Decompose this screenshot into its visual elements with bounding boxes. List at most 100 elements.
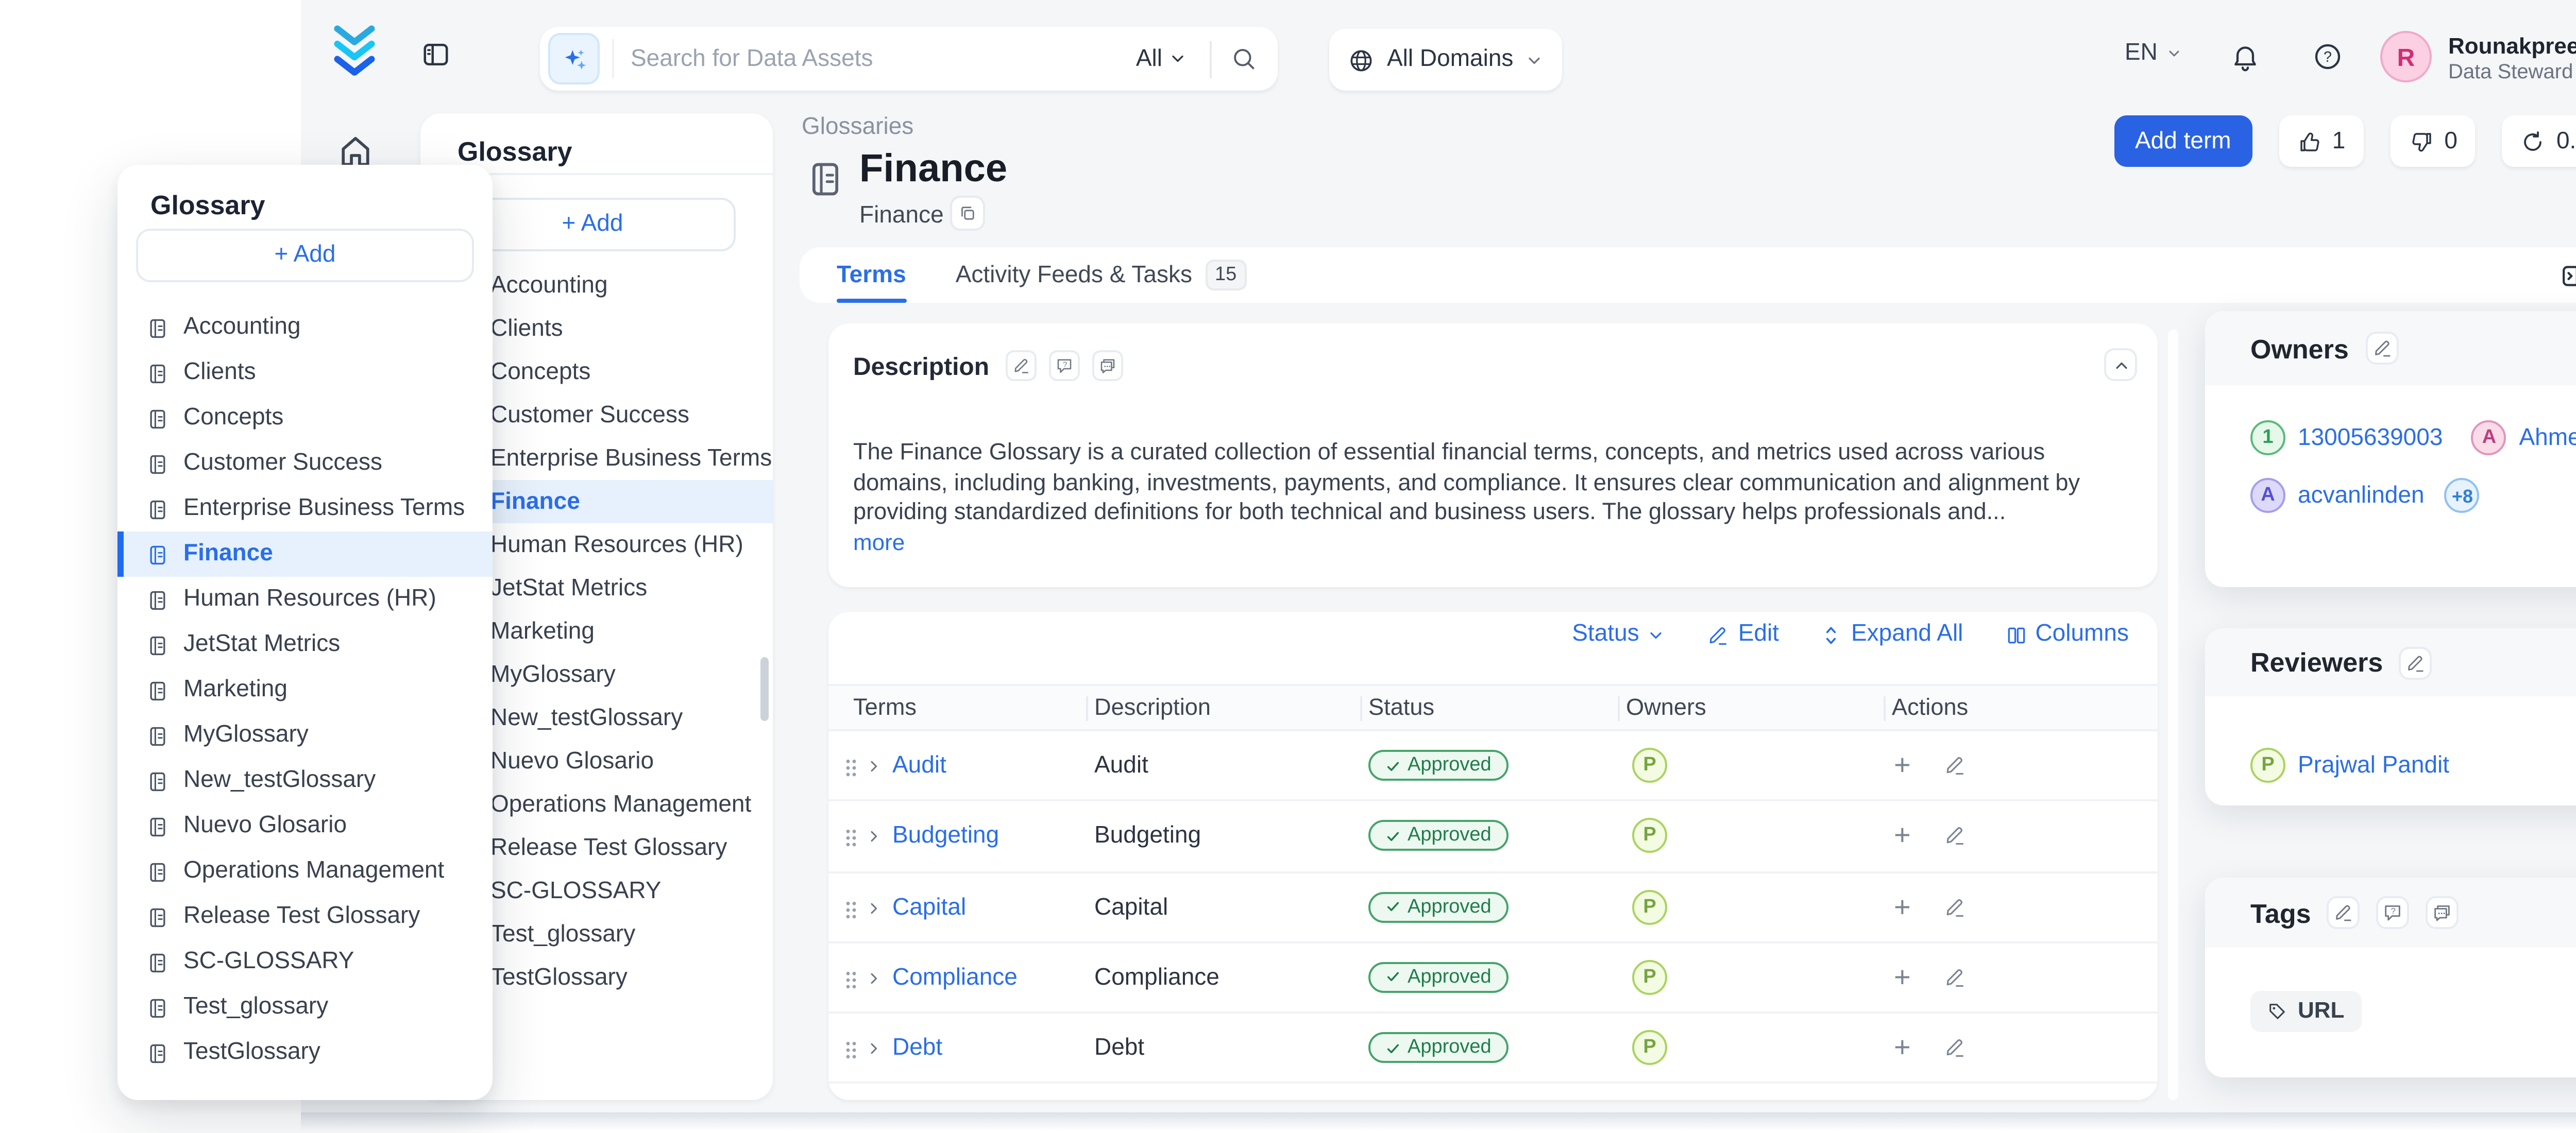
- edit-tags-button[interactable]: [2328, 896, 2361, 929]
- owner-avatar[interactable]: P: [1632, 1031, 1667, 1066]
- copy-name-button[interactable]: [950, 196, 985, 231]
- search-icon[interactable]: [1230, 45, 1257, 72]
- glossary-list-item[interactable]: Customer Success: [117, 441, 493, 486]
- collapse-description-button[interactable]: [2104, 348, 2137, 381]
- search-input[interactable]: Search for Data Assets: [631, 46, 1136, 71]
- description-more-link[interactable]: more: [853, 531, 905, 556]
- row-expand-chevron-icon[interactable]: [866, 758, 882, 775]
- glossary-list-item[interactable]: Clients: [117, 350, 493, 396]
- expand-all-button[interactable]: Expand All: [1820, 622, 1963, 647]
- columns-button[interactable]: Columns: [2004, 622, 2129, 647]
- glossary-list-item[interactable]: Operations Management: [117, 849, 493, 894]
- row-expand-chevron-icon[interactable]: [866, 829, 882, 845]
- drag-handle-icon[interactable]: [845, 758, 857, 777]
- row-expand-chevron-icon[interactable]: [866, 899, 882, 916]
- term-link[interactable]: Capital: [892, 895, 966, 920]
- main-scrollbar-track[interactable]: [2168, 330, 2178, 1100]
- drag-handle-icon[interactable]: [845, 899, 857, 918]
- add-child-term-icon[interactable]: +: [1894, 748, 1911, 781]
- row-expand-chevron-icon[interactable]: [866, 1041, 882, 1057]
- glossary-list-item[interactable]: TestGlossary: [117, 1030, 493, 1075]
- column-header-description[interactable]: Description: [1094, 696, 1211, 721]
- glossary-list-item[interactable]: Human Resources (HR): [117, 577, 493, 622]
- edit-term-icon[interactable]: [1943, 1037, 1966, 1059]
- column-header-terms[interactable]: Terms: [853, 696, 917, 721]
- app-logo[interactable]: [330, 23, 379, 80]
- more-owners-chip[interactable]: +8: [2445, 478, 2480, 513]
- domains-dropdown[interactable]: All Domains: [1329, 29, 1563, 91]
- glossary-list-item[interactable]: Nuevo Glosario: [117, 803, 493, 849]
- drag-handle-icon[interactable]: [845, 829, 857, 847]
- ai-sparkle-icon[interactable]: [548, 33, 600, 84]
- glossary-list-item[interactable]: Marketing: [117, 667, 493, 713]
- add-child-term-icon[interactable]: +: [1894, 960, 1911, 993]
- owner-link[interactable]: 13005639003: [2298, 425, 2443, 450]
- owner-avatar[interactable]: A: [2471, 420, 2506, 455]
- tab-activity-feeds[interactable]: Activity Feeds & Tasks 15: [956, 247, 1247, 303]
- tags-comments-icon[interactable]: [2427, 896, 2460, 929]
- column-header-actions[interactable]: Actions: [1892, 696, 1968, 721]
- glossary-list-item[interactable]: Concepts: [117, 396, 493, 441]
- reviewer-avatar[interactable]: P: [2250, 748, 2285, 783]
- status-filter-dropdown[interactable]: Status: [1572, 622, 1666, 647]
- edit-term-icon[interactable]: [1943, 966, 1966, 989]
- glossary-list-item[interactable]: New_testGlossary: [117, 758, 493, 803]
- request-description-icon[interactable]: [1049, 350, 1080, 381]
- notifications-bell-icon[interactable]: [2230, 41, 2261, 72]
- sidebar-scrollbar-thumb[interactable]: [760, 657, 769, 721]
- right-panel-toggle-icon[interactable]: [2560, 262, 2576, 290]
- row-expand-chevron-icon[interactable]: [866, 970, 882, 987]
- edit-owners-button[interactable]: [2365, 332, 2398, 365]
- user-avatar[interactable]: R: [2380, 31, 2432, 82]
- drag-handle-icon[interactable]: [845, 970, 857, 989]
- upvote-button[interactable]: 1: [2279, 115, 2364, 167]
- glossary-list-item[interactable]: Enterprise Business Terms: [117, 486, 493, 531]
- edit-description-button[interactable]: [1006, 350, 1037, 381]
- glossary-list-item[interactable]: JetStat Metrics: [117, 622, 493, 667]
- term-link[interactable]: Debt: [892, 1037, 942, 1061]
- glossary-list-item[interactable]: Test_glossary: [117, 985, 493, 1030]
- edit-table-button[interactable]: Edit: [1707, 622, 1779, 647]
- add-child-term-icon[interactable]: +: [1894, 889, 1911, 922]
- sidebar-toggle-icon[interactable]: [420, 39, 451, 70]
- owner-avatar[interactable]: P: [1632, 748, 1667, 783]
- glossary-list-item[interactable]: Finance: [117, 531, 493, 577]
- term-link[interactable]: Budgeting: [892, 825, 999, 849]
- drag-handle-icon[interactable]: [845, 1041, 857, 1059]
- column-header-status[interactable]: Status: [1368, 696, 1434, 721]
- edit-term-icon[interactable]: [1943, 825, 1966, 847]
- tab-terms[interactable]: Terms: [837, 247, 906, 303]
- glossary-list-item[interactable]: Release Test Glossary: [117, 894, 493, 939]
- global-search[interactable]: Search for Data Assets All: [540, 27, 1278, 91]
- edit-term-icon[interactable]: [1943, 895, 1966, 918]
- add-glossary-button[interactable]: + Add: [136, 229, 474, 282]
- owner-avatar[interactable]: P: [1632, 818, 1667, 853]
- add-child-term-icon[interactable]: +: [1894, 818, 1911, 851]
- edit-reviewers-button[interactable]: [2399, 646, 2432, 679]
- term-link[interactable]: Audit: [892, 754, 946, 779]
- owner-link[interactable]: Ahmed Mohamed: [2519, 425, 2576, 450]
- help-icon[interactable]: [2312, 41, 2343, 72]
- breadcrumb[interactable]: Glossaries: [802, 115, 913, 140]
- tag-chip[interactable]: URL: [2250, 991, 2361, 1032]
- downvote-button[interactable]: 0: [2391, 115, 2476, 167]
- glossary-list-item[interactable]: MyGlossary: [117, 713, 493, 758]
- glossary-list-item[interactable]: Accounting: [117, 305, 493, 350]
- term-link[interactable]: Compliance: [892, 966, 1018, 991]
- glossary-list-item[interactable]: SC-GLOSSARY: [117, 939, 493, 985]
- owner-link[interactable]: acvanlinden: [2298, 483, 2425, 508]
- comments-icon[interactable]: [1092, 350, 1123, 381]
- add-child-term-icon[interactable]: +: [1894, 1031, 1911, 1063]
- language-dropdown[interactable]: EN: [2125, 41, 2182, 66]
- version-button[interactable]: 0.6: [2503, 115, 2576, 167]
- edit-term-icon[interactable]: [1943, 754, 1966, 777]
- owner-avatar[interactable]: P: [1632, 960, 1667, 995]
- column-header-owners[interactable]: Owners: [1626, 696, 1706, 721]
- add-term-button[interactable]: Add term: [2114, 115, 2252, 167]
- owner-avatar[interactable]: 1: [2250, 420, 2285, 455]
- search-scope-dropdown[interactable]: All: [1136, 46, 1187, 71]
- request-tags-icon[interactable]: [2377, 896, 2410, 929]
- owner-avatar[interactable]: A: [2250, 478, 2285, 513]
- reviewer-link[interactable]: Prajwal Pandit: [2298, 753, 2449, 778]
- owner-avatar[interactable]: P: [1632, 889, 1667, 924]
